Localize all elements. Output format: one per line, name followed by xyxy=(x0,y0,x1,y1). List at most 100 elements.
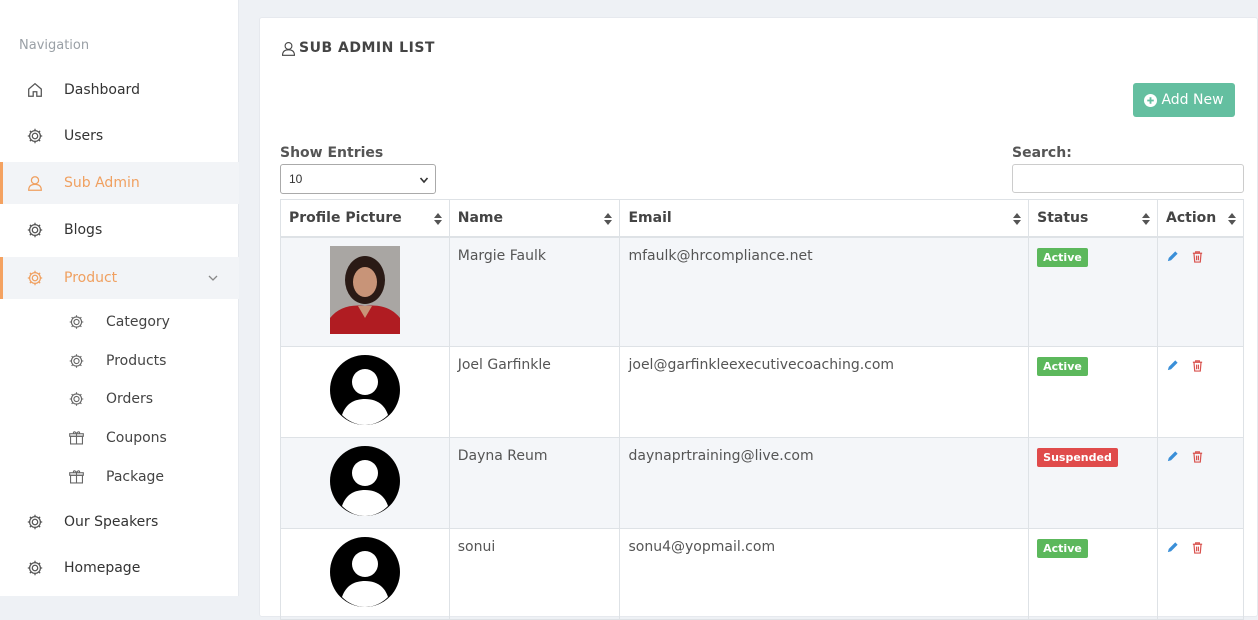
edit-pencil-icon[interactable] xyxy=(1166,250,1179,263)
sort-icon xyxy=(604,213,613,225)
column-header-name[interactable]: Name xyxy=(448,199,621,238)
name-cell: Dayna Reum xyxy=(448,436,621,529)
sort-icon xyxy=(1013,213,1022,225)
show-entries-select[interactable]: 10 xyxy=(280,164,436,194)
email-cell: joel@garfinkleexecutivecoaching.com xyxy=(619,345,1030,438)
profile-photo xyxy=(329,245,400,334)
gear-icon xyxy=(27,128,43,144)
nav-heading: Navigation xyxy=(19,38,90,53)
sidebar-subitem-products[interactable]: Products xyxy=(0,343,239,379)
sidebar-item-label: Homepage xyxy=(64,560,141,576)
trash-icon[interactable] xyxy=(1191,359,1204,372)
show-entries-label: Show Entries xyxy=(280,145,384,161)
chevron-down-icon[interactable] xyxy=(207,272,219,284)
default-avatar-icon xyxy=(329,445,400,516)
column-header-profile-picture[interactable]: Profile Picture xyxy=(280,199,450,238)
profile-picture-cell xyxy=(280,436,450,529)
gift-icon xyxy=(69,470,84,484)
sidebar-subitem-orders[interactable]: Orders xyxy=(0,381,239,417)
sidebar-item-label: Users xyxy=(64,128,104,144)
trash-icon[interactable] xyxy=(1191,450,1204,463)
gear-icon xyxy=(69,354,84,368)
sort-icon xyxy=(1142,213,1151,225)
sidebar-item-users[interactable]: Users xyxy=(0,115,239,157)
page-title: SUB ADMIN LIST xyxy=(280,38,435,58)
action-cell xyxy=(1157,345,1244,438)
search-label: Search: xyxy=(1012,145,1072,161)
edit-pencil-icon[interactable] xyxy=(1166,359,1179,372)
gear-icon xyxy=(27,514,43,530)
gear-icon xyxy=(27,560,43,576)
sub-admin-table: Profile Picture Name Email Status Action xyxy=(280,199,1244,620)
default-avatar-icon xyxy=(329,536,400,607)
gear-icon xyxy=(69,315,84,329)
sort-icon xyxy=(1228,213,1236,225)
status-badge: Suspended xyxy=(1037,447,1118,467)
table-row: Joel Garfinkle joel@garfinkleexecutiveco… xyxy=(280,345,1244,438)
add-new-button[interactable]: Add New xyxy=(1133,83,1235,117)
sidebar-item-dashboard[interactable]: Dashboard xyxy=(0,69,239,111)
sidebar-subitem-label: Products xyxy=(106,353,167,369)
table-row: Margie Faulk mfaulk@hrcompliance.net Act… xyxy=(280,236,1244,347)
profile-picture-cell xyxy=(280,345,450,438)
sidebar-subitem-coupons[interactable]: Coupons xyxy=(0,420,239,456)
sidebar-item-our-speakers[interactable]: Our Speakers xyxy=(0,501,239,543)
edit-pencil-icon[interactable] xyxy=(1166,541,1179,554)
profile-picture-cell xyxy=(280,527,450,620)
action-cell xyxy=(1157,236,1244,347)
add-new-label: Add New xyxy=(1161,92,1224,108)
status-badge: Active xyxy=(1037,356,1088,376)
email-cell: daynaprtraining@live.com xyxy=(619,436,1030,529)
edit-pencil-icon[interactable] xyxy=(1166,450,1179,463)
sidebar-subitem-label: Coupons xyxy=(106,430,167,446)
table-row: Dayna Reum daynaprtraining@live.com Susp… xyxy=(280,436,1244,529)
home-icon xyxy=(28,82,42,97)
search-input[interactable] xyxy=(1012,164,1244,193)
sidebar-item-homepage[interactable]: Homepage xyxy=(0,547,239,589)
user-icon xyxy=(281,41,296,56)
page-title-text: SUB ADMIN LIST xyxy=(299,40,435,56)
gear-icon xyxy=(69,392,84,406)
sidebar-item-blogs[interactable]: Blogs xyxy=(0,209,239,251)
table-header-row: Profile Picture Name Email Status Action xyxy=(280,199,1244,238)
action-cell xyxy=(1157,527,1244,620)
sidebar-subitem-category[interactable]: Category xyxy=(0,304,239,340)
status-cell: Active xyxy=(1028,527,1159,620)
sidebar-item-label: Sub Admin xyxy=(64,175,140,191)
sidebar-item-sub-admin[interactable]: Sub Admin xyxy=(0,162,239,204)
name-cell: Margie Faulk xyxy=(448,236,621,347)
sidebar-subitem-label: Package xyxy=(106,469,165,485)
table-row: sonui sonu4@yopmail.com Active xyxy=(280,527,1244,620)
trash-icon[interactable] xyxy=(1191,541,1204,554)
chevron-down-icon xyxy=(419,177,429,184)
sidebar-subitem-label: Orders xyxy=(106,391,154,407)
trash-icon[interactable] xyxy=(1191,250,1204,263)
status-cell: Active xyxy=(1028,345,1159,438)
status-badge: Active xyxy=(1037,247,1088,267)
sidebar-subitem-package[interactable]: Package xyxy=(0,459,239,495)
sidebar: Navigation Dashboard Users Sub Admin Blo… xyxy=(0,0,239,596)
gear-icon xyxy=(27,270,43,286)
action-cell xyxy=(1157,436,1244,529)
sidebar-item-label: Product xyxy=(64,270,118,286)
sidebar-item-label: Dashboard xyxy=(64,82,140,98)
sidebar-item-label: Blogs xyxy=(64,222,103,238)
gear-icon xyxy=(27,222,43,238)
status-badge: Active xyxy=(1037,538,1088,558)
sidebar-item-product[interactable]: Product xyxy=(0,257,239,299)
show-entries-value: 10 xyxy=(289,172,303,186)
email-cell: mfaulk@hrcompliance.net xyxy=(619,236,1030,347)
gift-icon xyxy=(69,431,84,445)
column-header-status[interactable]: Status xyxy=(1028,199,1159,238)
status-cell: Active xyxy=(1028,236,1159,347)
user-icon xyxy=(28,176,42,191)
column-header-email[interactable]: Email xyxy=(619,199,1030,238)
email-cell: sonu4@yopmail.com xyxy=(619,527,1030,620)
status-cell: Suspended xyxy=(1028,436,1159,529)
column-header-action[interactable]: Action xyxy=(1157,199,1244,238)
profile-picture-cell xyxy=(280,236,450,347)
name-cell: Joel Garfinkle xyxy=(448,345,621,438)
name-cell: sonui xyxy=(448,527,621,620)
default-avatar-icon xyxy=(329,354,400,425)
sidebar-item-label: Our Speakers xyxy=(64,514,159,530)
